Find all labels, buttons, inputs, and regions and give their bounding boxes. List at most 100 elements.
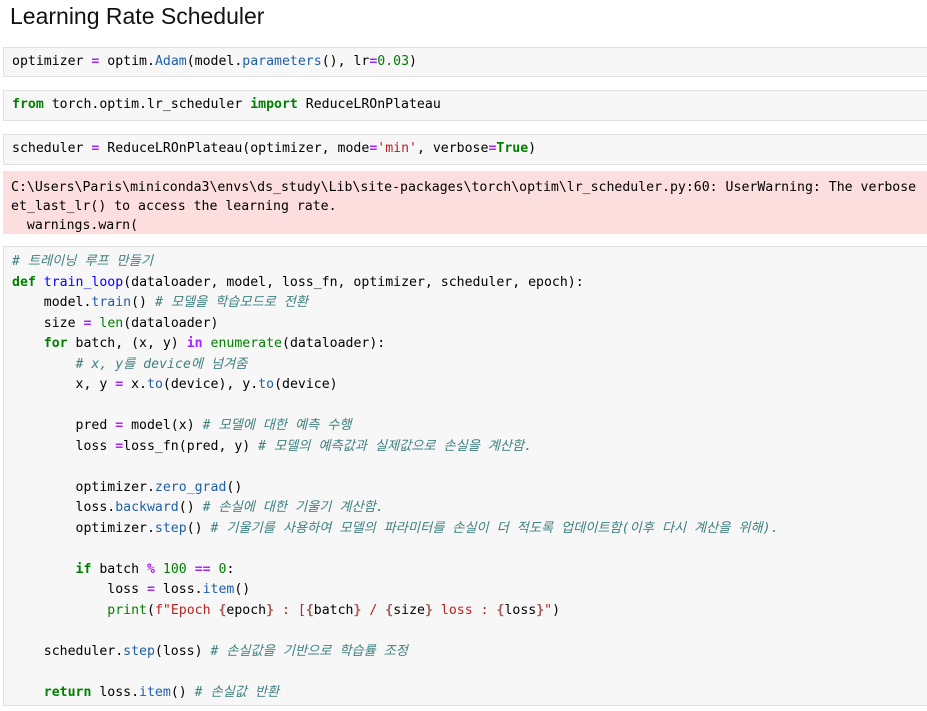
code-token: loss	[12, 582, 147, 597]
code-token: if	[75, 561, 92, 577]
code-token: {	[305, 602, 314, 618]
code-line: return loss.item() # 손실값 반환	[12, 685, 279, 700]
code-cell-scheduler[interactable]: scheduler = ReduceLROnPlateau(optimizer,…	[3, 134, 927, 165]
warning-line-2: et_last_lr() to access the learning rate…	[11, 199, 337, 214]
code-token: loss	[504, 602, 537, 618]
code-token: size	[12, 315, 84, 331]
code-block: scheduler = ReduceLROnPlateau(optimizer,…	[4, 139, 927, 160]
code-token: # 기울기를 사용하여 모델의 파라미터를 손실이 더 적도록 업데이트함(이후…	[210, 520, 779, 536]
code-token: # 모델을 학습모드로 전환	[154, 295, 309, 310]
code-token: len	[99, 315, 124, 331]
code-token: }	[425, 602, 433, 618]
code-token: size	[393, 602, 425, 618]
code-token: (loss)	[154, 643, 211, 659]
code-token: : [	[274, 602, 306, 618]
code-token: batch	[313, 602, 354, 618]
code-token: (dataloader):	[282, 336, 386, 351]
code-token: f"Epoch	[154, 602, 219, 618]
code-line: optimizer.step() # 기울기를 사용하여 모델의 파라미터를 손…	[12, 521, 779, 536]
code-token: }	[536, 602, 545, 618]
code-line: print(f"Epoch {epoch} : [{batch} / {size…	[12, 603, 560, 618]
code-token: )	[409, 54, 417, 69]
code-token: (), lr	[321, 54, 370, 69]
code-cell-import[interactable]: from torch.optim.lr_scheduler import Red…	[3, 90, 927, 121]
code-token: return	[43, 684, 92, 700]
code-token: , verbose	[416, 141, 489, 156]
code-token: backward	[115, 500, 179, 515]
code-token: ()	[234, 582, 251, 597]
code-token: step	[154, 520, 187, 536]
code-token: print	[107, 602, 147, 618]
code-line: loss = loss.item()	[12, 582, 250, 597]
code-token: =	[146, 582, 155, 597]
code-line: loss.backward() # 손실에 대한 기울기 계산함.	[12, 500, 384, 515]
code-token: scheduler.	[12, 643, 124, 659]
code-token: model.	[12, 295, 92, 310]
code-token: True	[496, 141, 529, 156]
code-token: from	[12, 97, 44, 112]
code-cell-optimizer[interactable]: optimizer = optim.Adam(model.parameters(…	[3, 47, 927, 77]
code-token: optim.	[99, 54, 155, 69]
code-token: to	[147, 377, 163, 392]
code-token: (device)	[274, 377, 338, 392]
code-token: ()	[186, 520, 211, 536]
code-token: ()	[178, 500, 203, 515]
code-token: (	[146, 602, 155, 618]
code-token: ReduceLROnPlateau(optimizer, mode	[99, 141, 370, 156]
code-token: # 손실값을 기반으로 학습률 조정	[210, 643, 408, 659]
code-token: loss_fn(pred, y)	[123, 438, 259, 454]
code-token: (dataloader)	[123, 315, 219, 331]
code-token: x.	[123, 377, 147, 392]
code-token: ()	[226, 479, 243, 495]
code-line: if batch % 100 == 0:	[12, 561, 235, 577]
code-token: loss.	[12, 500, 116, 515]
code-token: Adam	[154, 54, 187, 69]
code-token: 0.03	[377, 54, 410, 69]
code-block: from torch.optim.lr_scheduler import Red…	[4, 95, 927, 116]
code-token: model(x)	[123, 418, 203, 433]
code-line: for batch, (x, y) in enumerate(dataloade…	[12, 336, 385, 351]
code-token: =	[115, 377, 124, 392]
code-token: (model.	[186, 54, 243, 69]
code-token: ()	[131, 295, 155, 310]
code-line: pred = model(x) # 모델에 대한 예측 수행	[12, 418, 352, 433]
code-token: %	[147, 561, 155, 577]
code-token: "	[544, 602, 553, 618]
code-token: to	[258, 377, 275, 392]
code-token: item	[139, 684, 171, 700]
code-token: pred	[12, 418, 116, 433]
warning-line-1: C:\Users\Paris\miniconda3\envs\ds_study\…	[11, 180, 917, 195]
code-token: optimizer.	[12, 479, 155, 495]
code-token: ReduceLROnPlateau	[297, 97, 441, 112]
warning-output: C:\Users\Paris\miniconda3\envs\ds_study\…	[3, 171, 927, 234]
code-token: optimizer	[12, 54, 92, 69]
code-token: optimizer.	[12, 520, 155, 536]
code-token: loss.	[154, 582, 203, 597]
code-token: scheduler	[12, 141, 92, 156]
code-token: def	[12, 274, 36, 290]
code-line: size = len(dataloader)	[12, 315, 219, 331]
code-token: ()	[170, 684, 195, 700]
warning-line-3: warnings.warn(	[11, 218, 139, 233]
code-line: optimizer.zero_grad()	[12, 479, 243, 495]
code-token: epoch	[226, 602, 267, 618]
code-block: optimizer = optim.Adam(model.parameters(…	[4, 52, 927, 73]
code-token: # 손실에 대한 기울기 계산함.	[202, 500, 384, 515]
code-line: scheduler = ReduceLROnPlateau(optimizer,…	[12, 141, 536, 156]
code-cell-train-loop[interactable]: # 트레이닝 루프 만들기 def train_loop(dataloader,…	[3, 246, 927, 706]
code-token: x, y	[12, 377, 116, 392]
code-token: enumerate	[210, 336, 282, 351]
code-token: item	[202, 582, 235, 597]
code-token: (dataloader, model, loss_fn, optimizer, …	[123, 274, 584, 290]
code-token: }	[266, 602, 275, 618]
code-token: # 손실값 반환	[194, 684, 280, 700]
code-token: /	[361, 602, 386, 618]
code-token: 100	[162, 561, 187, 577]
code-token: # x, y를 device에 넘겨줌	[75, 356, 248, 372]
code-token: loss	[12, 438, 116, 454]
